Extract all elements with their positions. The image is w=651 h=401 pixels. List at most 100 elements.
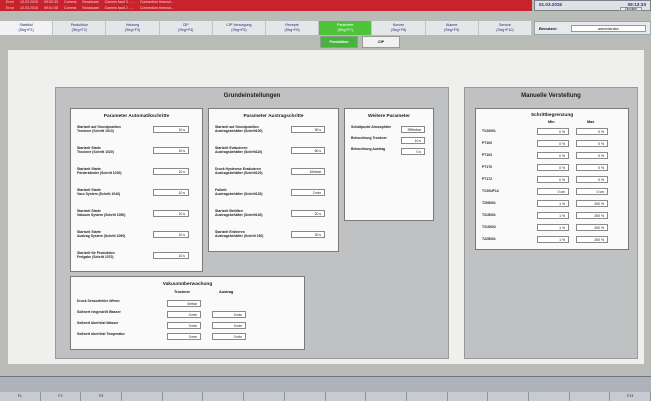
- vakuum-trockner[interactable]: 0 min: [167, 333, 201, 340]
- user-field[interactable]: administrator: [571, 25, 646, 32]
- schritt-row: T21S002 1 % 200 %: [482, 223, 622, 235]
- nav-button[interactable]: Produktion (Strg+F2): [53, 21, 107, 35]
- param-value[interactable]: 20 s: [291, 210, 325, 217]
- function-key[interactable]: F1: [0, 392, 41, 401]
- param-value[interactable]: 10 s: [153, 252, 189, 259]
- param-value[interactable]: 2 min: [291, 189, 325, 196]
- vakuum-label: Sollwert überhitzt Wasser: [77, 321, 119, 325]
- schritt-max[interactable]: 0 %: [576, 176, 608, 183]
- nav-button[interactable]: Parameter (Strg+F7): [319, 21, 373, 35]
- print-button[interactable]: Drucken: [620, 7, 642, 11]
- param-value[interactable]: 10 s: [153, 168, 189, 175]
- col-max: Max: [587, 120, 595, 124]
- nav-button[interactable]: Heizung (Strg+F3): [106, 21, 160, 35]
- function-key[interactable]: [528, 392, 570, 401]
- nav-button[interactable]: Service (Strg+F10): [479, 21, 533, 35]
- function-key[interactable]: [122, 392, 163, 401]
- function-key[interactable]: [284, 392, 326, 401]
- col-austrag: Austrag: [219, 290, 234, 294]
- schritt-label: PT172: [482, 177, 492, 181]
- vakuum-box: Vakuumüberwachung Trockner Austrag Druck…: [70, 276, 305, 350]
- vakuum-trockner[interactable]: 0 min: [167, 322, 201, 329]
- schritt-max[interactable]: 200 %: [576, 236, 608, 243]
- function-key[interactable]: [203, 392, 245, 401]
- schritt-max[interactable]: 200 %: [576, 200, 608, 207]
- weitere-params-box: Weitere Parameter Schaltpunkt Atmosphäre…: [344, 108, 434, 221]
- schritt-min[interactable]: 0 %: [537, 140, 569, 147]
- nav-button[interactable]: CIP Versorgung (Strg+F5): [213, 21, 267, 35]
- schritt-min[interactable]: 1 %: [537, 200, 569, 207]
- schritt-min[interactable]: 1 %: [537, 224, 569, 231]
- vakuum-austrag[interactable]: 0 min: [212, 333, 246, 340]
- param-value[interactable]: 0 s: [401, 148, 425, 155]
- nav-button[interactable]: Alarme (Strg+F9): [426, 21, 479, 35]
- vakuum-austrag[interactable]: 0 min: [212, 311, 246, 318]
- function-key[interactable]: [447, 392, 489, 401]
- param-value[interactable]: 999mbar: [401, 126, 425, 133]
- param-value[interactable]: 10 s: [153, 147, 189, 154]
- function-key[interactable]: F2: [40, 392, 82, 401]
- param-label: Startzeit Belüften Austragsbehälter (Sch…: [215, 209, 263, 218]
- schritt-min[interactable]: 0 %: [537, 164, 569, 171]
- austrag-params-title: Parameter Austragschritte: [243, 114, 304, 119]
- schritt-max[interactable]: 0 %: [576, 128, 608, 135]
- vakuum-trockner[interactable]: 0mbar: [167, 300, 201, 307]
- function-key[interactable]: [162, 392, 204, 401]
- param-value[interactable]: 30 s: [291, 231, 325, 238]
- manuelle-panel: Manuelle Verstellung Schrittbegrenzung M…: [464, 87, 638, 359]
- param-value[interactable]: 10 s: [153, 126, 189, 133]
- nav-button[interactable]: Rezepte (Strg+F6): [266, 21, 320, 35]
- function-key[interactable]: F3: [81, 392, 123, 401]
- function-key[interactable]: [488, 392, 529, 401]
- param-value[interactable]: 10mbar: [291, 168, 325, 175]
- user-label: Benutzer:: [539, 26, 558, 31]
- param-value[interactable]: 10 s: [153, 231, 189, 238]
- function-key[interactable]: [325, 392, 367, 401]
- param-row: Startzeit Starte Vacc System (Schritt 10…: [77, 188, 196, 209]
- schritt-min[interactable]: 0 %: [537, 128, 569, 135]
- param-value[interactable]: 60 s: [291, 147, 325, 154]
- function-key[interactable]: [244, 392, 285, 401]
- vakuum-row: Sollwert überhitzt Wasser 0 min 0 min: [77, 321, 298, 332]
- schritt-label: PT100: [482, 141, 492, 145]
- schritt-min[interactable]: 1 %: [537, 236, 569, 243]
- schritt-max[interactable]: 0 %: [576, 164, 608, 171]
- schritt-max[interactable]: 0 %: [576, 140, 608, 147]
- nav-button[interactable]: Startbild (Strg+F1): [0, 21, 54, 35]
- function-key[interactable]: [406, 392, 448, 401]
- alarm-banner[interactable]: Error 10.03.2015 09:52:33 Comms Broadcast Com…: [0, 0, 532, 11]
- param-label: Schaltpunkt Atmosphäre: [351, 125, 392, 129]
- schritt-label: TV20001: [482, 129, 496, 133]
- param-value[interactable]: 10 s: [153, 189, 189, 196]
- schritt-max[interactable]: 200 %: [576, 224, 608, 231]
- subtab-1[interactable]: CIP: [362, 36, 400, 48]
- function-key[interactable]: [569, 392, 611, 401]
- function-keys: F1 F2 F3 F13: [0, 392, 651, 401]
- subtab-0[interactable]: Produktion: [320, 36, 358, 48]
- vakuum-trockner[interactable]: 0 min: [167, 311, 201, 318]
- schritt-row: PT103 0 % 0 %: [482, 151, 622, 163]
- nav-button[interactable]: Kurven (Strg+F8): [372, 21, 426, 35]
- schritt-max[interactable]: 0 %: [576, 152, 608, 159]
- param-label: Startzeit Starte Vakuum System (Schritt …: [77, 209, 126, 218]
- param-label: Beleuchtung Trockner: [351, 136, 387, 140]
- param-value[interactable]: 10 s: [401, 137, 425, 144]
- manuelle-title: Manuelle Verstellung: [521, 93, 581, 99]
- schritt-min[interactable]: 1 %: [537, 212, 569, 219]
- schritt-min[interactable]: 0 cm: [537, 188, 569, 195]
- function-key[interactable]: [366, 392, 407, 401]
- schritt-row: T21S001 1 % 200 %: [482, 211, 622, 223]
- function-key[interactable]: F13: [610, 392, 651, 401]
- nav-button[interactable]: CIP (Strg+F4): [160, 21, 213, 35]
- schritt-max[interactable]: 200 %: [576, 212, 608, 219]
- schritt-max[interactable]: 0 cm: [576, 188, 608, 195]
- schritt-min[interactable]: 0 %: [537, 176, 569, 183]
- param-value[interactable]: 30 s: [291, 126, 325, 133]
- param-label: Startzeit auf Grundposition Trockner (Sc…: [77, 125, 121, 134]
- param-value[interactable]: 10 s: [153, 210, 189, 217]
- param-label: Startzeit Starte Förderbänder (Schritt 1…: [77, 167, 122, 176]
- schritt-min[interactable]: 0 %: [537, 152, 569, 159]
- vakuum-austrag[interactable]: 0 min: [212, 322, 246, 329]
- alarm-row[interactable]: Error 10.03.2015 09:51:08 Comms Broadcast Com…: [0, 6, 532, 12]
- param-label: Startzeit Entleeren Austragsbehälter (Sc…: [215, 230, 264, 239]
